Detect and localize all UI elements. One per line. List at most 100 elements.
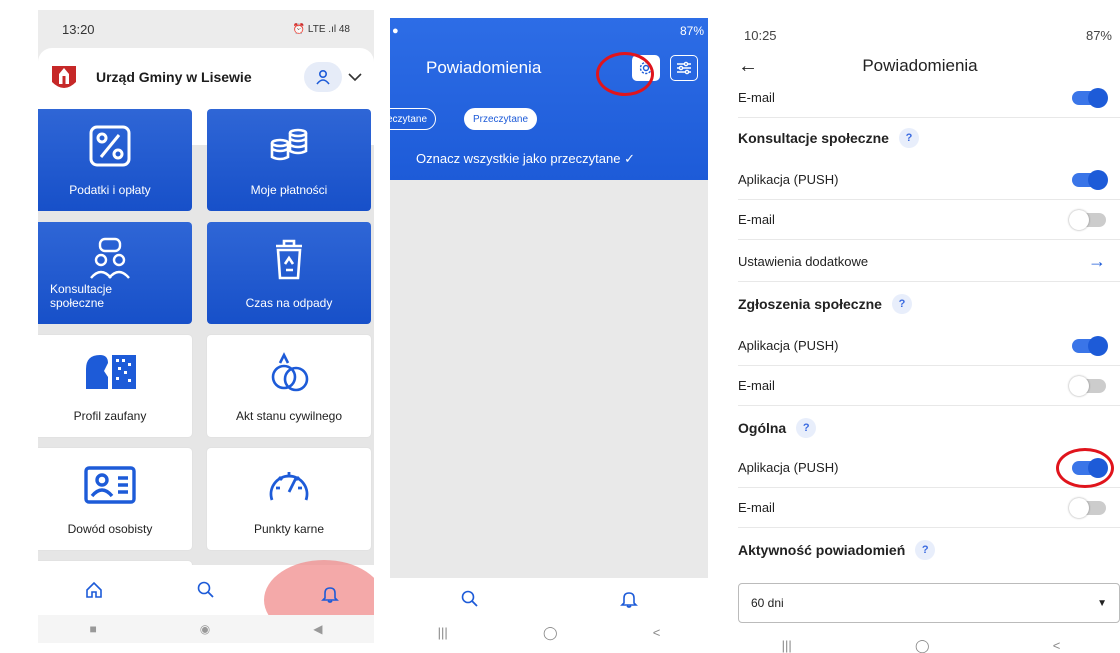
highlight-ring — [596, 52, 654, 96]
section-title: Konsultacje społeczne — [738, 130, 889, 146]
home-icon[interactable] — [84, 580, 104, 600]
toggle-switch[interactable] — [1072, 87, 1108, 108]
row-additional-settings[interactable]: Ustawienia dodatkowe → — [738, 242, 1120, 282]
status-bar: ● 87% — [392, 24, 704, 38]
help-icon[interactable]: ? — [915, 540, 936, 560]
filter-button[interactable] — [670, 55, 698, 81]
row-label: Aplikacja (PUSH) — [738, 460, 839, 475]
section-reports: Zgłoszenia społeczne ? — [738, 284, 1120, 324]
row-label: Ustawienia dodatkowe — [738, 254, 869, 269]
system-nav-bar: ■ ◉ ◀ — [38, 615, 374, 643]
bottom-nav — [390, 578, 708, 620]
tiles-grid: Podatki i opłaty Moje płatności Konsulta… — [38, 105, 374, 591]
dropdown-caret-icon: ▼ — [1097, 597, 1107, 609]
tile-penalty-points[interactable]: Punkty karne — [207, 448, 371, 550]
back-icon[interactable]: ◀ — [313, 622, 322, 636]
user-account-button[interactable] — [304, 61, 342, 92]
notification-settings-screen: 10:25 87% ← Powiadomienia E-mail Konsult… — [720, 18, 1120, 653]
tile-label: Profil zaufany — [73, 409, 147, 423]
activity-period-select[interactable]: 60 dni ▼ — [738, 583, 1120, 623]
back-icon[interactable]: < — [653, 625, 661, 640]
help-icon[interactable]: ? — [891, 294, 912, 314]
toggle-switch[interactable] — [1069, 209, 1106, 230]
recent-apps-icon[interactable]: ||| — [438, 625, 448, 640]
recent-apps-icon[interactable]: ■ — [90, 622, 97, 636]
home-circle-icon[interactable]: ◯ — [543, 625, 558, 641]
system-nav-bar: ||| ◯ < — [720, 633, 1120, 653]
tile-label: Akt stanu cywilnego — [235, 409, 343, 423]
notifications-screen: ● 87% Powiadomienia eczytane Przeczytane… — [390, 18, 708, 645]
status-time: 13:20 — [62, 21, 95, 37]
coins-icon — [270, 128, 308, 161]
recent-apps-icon[interactable]: ||| — [782, 638, 792, 653]
app-header: ← Powiadomienia — [720, 52, 1120, 80]
toggle-switch[interactable] — [1072, 335, 1108, 356]
battery-level: 87% — [679, 24, 704, 38]
tile-trusted-profile[interactable]: Profil zaufany — [38, 335, 192, 437]
tile-label: Dowód osobisty — [67, 522, 153, 536]
row-push: Aplikacja (PUSH) — [738, 160, 1120, 200]
status-time: 10:25 — [744, 27, 777, 43]
filter-unread-chip[interactable]: eczytane — [390, 108, 437, 130]
row-push: Aplikacja (PUSH) — [738, 326, 1120, 366]
status-bar: 13:20 ⏰ LTE .ıl 48 — [38, 10, 374, 48]
search-icon[interactable] — [460, 589, 480, 609]
rings-icon — [271, 352, 309, 392]
app-header: Urząd Gminy w Lisewie — [38, 48, 374, 105]
user-icon — [316, 69, 330, 85]
percent-icon — [89, 125, 131, 167]
battery-level: 87% — [1085, 27, 1112, 43]
help-icon[interactable]: ? — [898, 128, 919, 148]
home-circle-icon[interactable]: ◯ — [915, 638, 930, 653]
tile-label: Punkty karne — [253, 522, 325, 536]
section-general: Ogólna ? — [738, 408, 1120, 448]
id-card-icon — [84, 466, 136, 504]
toggle-switch[interactable] — [1072, 169, 1108, 190]
toggle-switch[interactable] — [1069, 497, 1106, 518]
profile-icon — [86, 355, 136, 389]
org-name: Urząd Gminy w Lisewie — [96, 68, 252, 85]
search-icon[interactable] — [196, 580, 216, 600]
row-label: E-mail — [738, 500, 775, 515]
bell-icon[interactable] — [619, 589, 639, 609]
sliders-icon — [677, 61, 691, 75]
row-email: E-mail — [738, 200, 1120, 240]
chevron-down-icon[interactable] — [348, 72, 362, 82]
tile-label: Konsultacje społeczne — [50, 282, 113, 310]
mark-all-read-link[interactable]: Oznacz wszystkie jako przeczytane ✓ — [416, 151, 635, 167]
row-label: Aplikacja (PUSH) — [738, 172, 839, 187]
tile-taxes[interactable]: Podatki i opłaty — [38, 109, 192, 211]
tile-label: Czas na odpady — [245, 296, 333, 310]
toggle-switch[interactable] — [1069, 375, 1106, 396]
home-circle-icon[interactable]: ◉ — [200, 622, 210, 636]
notifications-header: ● 87% Powiadomienia eczytane Przeczytane… — [390, 18, 708, 180]
tile-consultations[interactable]: Konsultacje społeczne — [38, 222, 192, 324]
row-email: E-mail — [738, 488, 1120, 528]
recycle-bin-icon — [276, 239, 302, 280]
people-chat-icon — [90, 237, 130, 279]
tile-payments[interactable]: Moje płatności — [207, 109, 371, 211]
section-title: Zgłoszenia społeczne — [738, 296, 882, 312]
tile-civil-records[interactable]: Akt stanu cywilnego — [207, 335, 371, 437]
select-value: 60 dni — [751, 596, 784, 610]
status-bar: 10:25 87% — [720, 18, 1120, 52]
section-consultations: Konsultacje społeczne ? — [738, 118, 1120, 158]
system-nav-bar: ||| ◯ < — [390, 620, 708, 645]
section-title: Aktywność powiadomień — [738, 542, 906, 558]
home-screen: 13:20 ⏰ LTE .ıl 48 Urząd Gminy w Lisewie… — [38, 10, 374, 643]
status-icons: ⏰ LTE .ıl 48 — [292, 23, 350, 35]
row-label: E-mail — [738, 212, 775, 227]
bell-icon[interactable] — [320, 584, 340, 604]
tile-id-card[interactable]: Dowód osobisty — [38, 448, 192, 550]
back-icon[interactable]: < — [1053, 638, 1061, 653]
tile-label: Podatki i opłaty — [69, 183, 151, 197]
row-label: E-mail — [738, 90, 775, 105]
row-label: E-mail — [738, 378, 775, 393]
help-icon[interactable]: ? — [796, 418, 817, 438]
crest-icon — [52, 65, 76, 88]
back-arrow-icon[interactable]: ← — [738, 55, 758, 78]
row-email: E-mail — [738, 78, 1120, 118]
row-label: Aplikacja (PUSH) — [738, 338, 839, 353]
tile-waste[interactable]: Czas na odpady — [207, 222, 371, 324]
filter-read-chip[interactable]: Przeczytane — [464, 108, 538, 130]
